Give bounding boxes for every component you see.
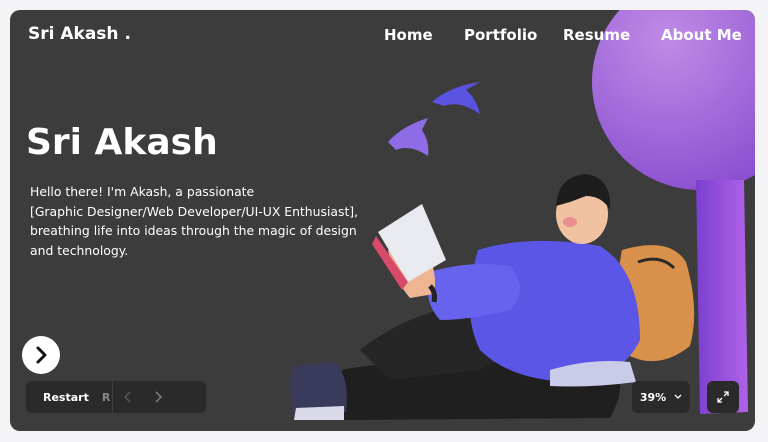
- zoom-value: 39%: [639, 390, 667, 404]
- restart-button[interactable]: Restart R: [26, 381, 113, 413]
- expand-icon: [717, 391, 729, 403]
- hero-line: Hello there! I'm Akash, a passionate: [30, 184, 255, 199]
- nav-home[interactable]: Home: [384, 26, 433, 44]
- hero-line: breathing life into ideas through the ma…: [30, 223, 357, 238]
- next-arrow-icon: [155, 391, 163, 403]
- presentation-frame: Sri Akash . Home Portfolio Resume About …: [10, 10, 755, 431]
- hero-line: and technology.: [30, 242, 129, 258]
- chevron-down-icon: [674, 394, 682, 399]
- nav-resume[interactable]: Resume: [563, 26, 630, 44]
- next-slide-button[interactable]: [22, 336, 60, 374]
- restart-shortcut-key: R: [101, 390, 111, 404]
- hero-line: [Graphic Designer/Web Developer/UI-UX En…: [30, 203, 359, 219]
- brand-logo[interactable]: Sri Akash .: [28, 24, 131, 44]
- next-arrow-button[interactable]: [143, 381, 173, 413]
- restart-label: Restart: [43, 390, 89, 404]
- prev-arrow-icon: [123, 391, 131, 403]
- chevron-right-icon: [36, 346, 47, 364]
- nav-portfolio[interactable]: Portfolio: [464, 26, 537, 44]
- prev-slide-button[interactable]: [113, 381, 143, 413]
- nav-about-me[interactable]: About Me: [661, 26, 742, 44]
- fullscreen-button[interactable]: [707, 381, 739, 413]
- zoom-dropdown[interactable]: 39%: [632, 381, 690, 413]
- hero-title: Sri Akash: [26, 122, 218, 163]
- hero-description: Hello there! I'm Akash, a passionate [Gr…: [30, 182, 375, 260]
- playback-controls: Restart R: [26, 381, 206, 413]
